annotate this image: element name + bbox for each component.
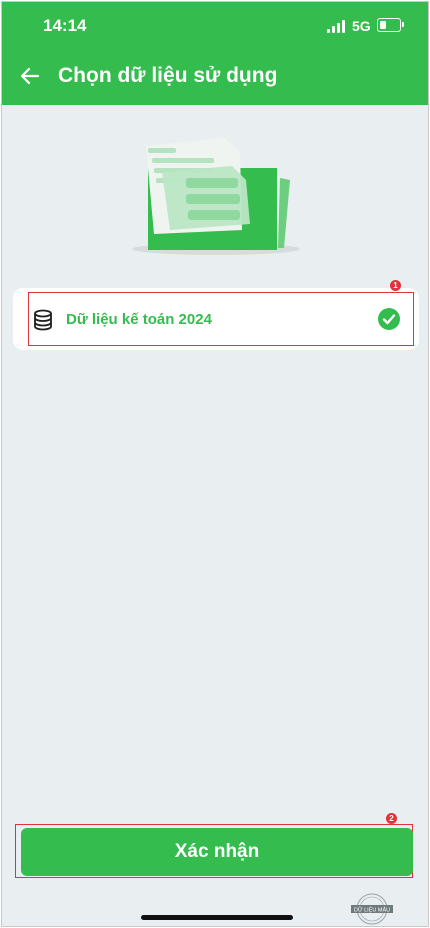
battery-icon bbox=[377, 18, 401, 32]
app-header: 14:14 5G Chọn dữ liệu sử dụng bbox=[2, 2, 428, 105]
annotation-marker-2: 2 bbox=[386, 813, 397, 824]
database-icon bbox=[32, 309, 54, 331]
check-circle-icon bbox=[378, 308, 400, 330]
annotation-marker-1: 1 bbox=[390, 280, 401, 291]
arrow-left-icon bbox=[20, 67, 40, 85]
page-title: Chọn dữ liệu sử dụng bbox=[58, 64, 278, 87]
data-item-label: Dữ liệu kế toán 2024 bbox=[66, 311, 212, 328]
signal-icon bbox=[327, 20, 347, 33]
confirm-button[interactable]: Xác nhận bbox=[21, 828, 413, 876]
watermark-text: DỮ LIỆU MẪU bbox=[354, 906, 390, 914]
network-label: 5G bbox=[352, 18, 371, 34]
sample-data-stamp: DỮ LIỆU MẪU bbox=[350, 892, 394, 926]
status-time: 14:14 bbox=[43, 16, 87, 35]
folder-illustration bbox=[130, 130, 305, 258]
battery-cap bbox=[402, 22, 404, 27]
home-indicator bbox=[141, 915, 293, 920]
phone-screen: 14:14 5G Chọn dữ liệu sử dụng Dữ liệu kế… bbox=[1, 1, 429, 927]
back-button[interactable] bbox=[16, 62, 44, 90]
